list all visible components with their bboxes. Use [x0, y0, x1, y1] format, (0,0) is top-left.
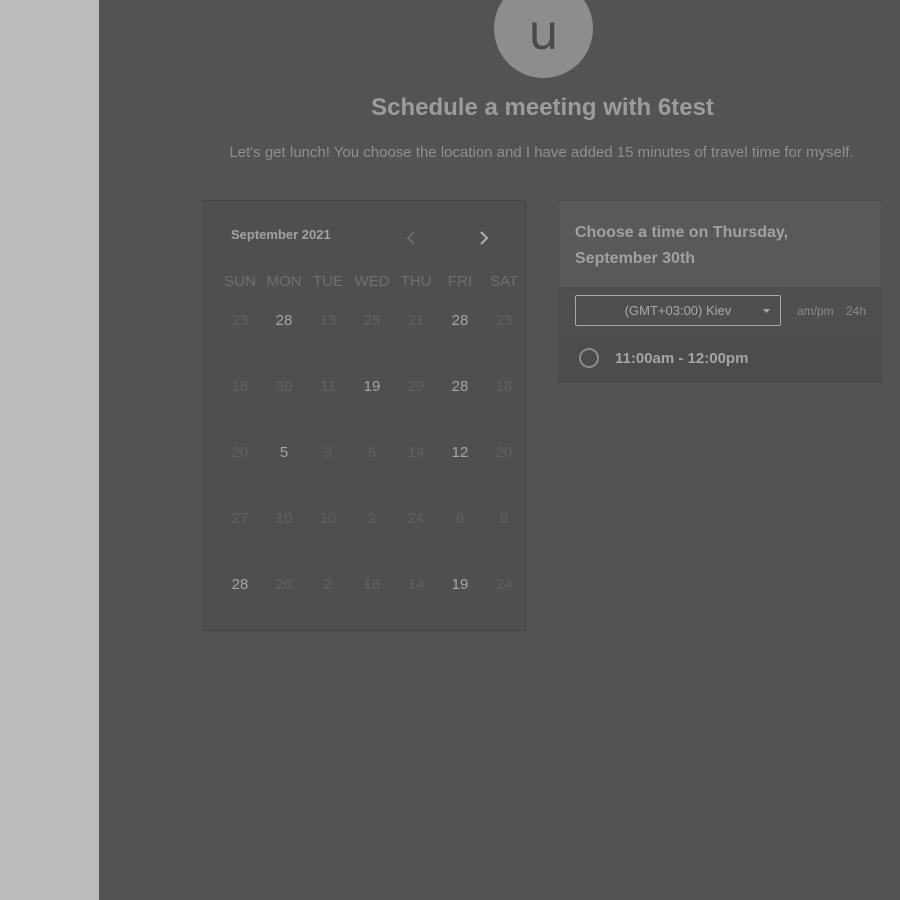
weekday-label: TUE	[313, 273, 343, 290]
weekday-label: SUN	[224, 273, 256, 290]
calendar-day: 18	[495, 378, 513, 395]
calendar-day: 20	[231, 444, 249, 461]
calendar-day: 20	[275, 576, 293, 593]
calendar-day-available[interactable]: 28	[218, 575, 262, 641]
weekday-label: FRI	[447, 273, 473, 290]
timezone-value: (GMT+03:00) Kiev	[624, 303, 732, 318]
calendar-day: 29	[407, 378, 425, 395]
caret-down-icon	[763, 309, 770, 313]
calendar-day: 2	[367, 510, 377, 527]
page-title: Schedule a meeting with 6test	[371, 94, 714, 121]
calendar-day: 14	[407, 444, 425, 461]
next-month-button[interactable]	[473, 227, 495, 249]
weekday-label: THU	[400, 273, 432, 290]
time-slot-label: 11:00am - 12:00pm	[615, 350, 749, 367]
weekday-label: SAT	[489, 273, 519, 290]
calendar: September 2021 SUN MON TUE WED THU FRI SAT 23 2…	[203, 200, 526, 631]
calendar-day: 27	[231, 510, 249, 527]
calendar-grid: 23 28 13 25 21 28 23 16 30 11 19 29 28 18 20 5 3 6 14 12 20 2…	[218, 311, 526, 641]
avatar-letter: u	[528, 4, 559, 61]
time-picker-title: Choose a time on Thursday, September 30t…	[575, 224, 789, 267]
calendar-day: 14	[407, 576, 425, 593]
calendar-day: 20	[495, 444, 513, 461]
time-picker: Choose a time on Thursday, September 30t…	[558, 200, 882, 383]
calendar-day: 23	[231, 312, 249, 329]
calendar-day-available[interactable]: 28	[438, 377, 482, 443]
chevron-left-icon	[406, 231, 415, 245]
weekday-label: MON	[266, 273, 302, 290]
calendar-day: 8	[499, 510, 509, 527]
calendar-day: 23	[495, 312, 513, 329]
previous-month-button[interactable]	[400, 227, 422, 249]
weekday-header: SUN MON TUE WED THU FRI SAT	[218, 273, 526, 290]
calendar-day: 3	[323, 444, 333, 461]
calendar-day: 10	[275, 510, 293, 527]
calendar-day-available[interactable]: 28	[262, 311, 306, 377]
calendar-day-available[interactable]: 12	[438, 443, 482, 509]
weekday-label: WED	[354, 273, 390, 290]
calendar-day-available[interactable]: 19	[350, 377, 394, 443]
calendar-day-available[interactable]: 19	[438, 575, 482, 641]
page-subtitle: Let's get lunch! You choose the location…	[229, 144, 854, 161]
calendar-month-label: September 2021	[231, 227, 331, 242]
calendar-day: 6	[455, 510, 465, 527]
calendar-day: 21	[407, 312, 425, 329]
calendar-day: 10	[319, 510, 337, 527]
calendar-day-available[interactable]: 5	[262, 443, 306, 509]
calendar-day: 13	[319, 312, 337, 329]
calendar-day: 24	[407, 510, 425, 527]
time-slot-radio[interactable]	[579, 348, 599, 368]
time-slot[interactable]: 11:00am - 12:00pm	[559, 336, 881, 382]
timezone-select[interactable]: (GMT+03:00) Kiev	[575, 295, 781, 326]
calendar-day: 11	[320, 378, 336, 395]
calendar-day: 6	[367, 444, 377, 461]
time-picker-header: Choose a time on Thursday, September 30t…	[559, 201, 881, 287]
chevron-right-icon	[480, 231, 489, 245]
calendar-day-available[interactable]: 28	[438, 311, 482, 377]
calendar-day: 25	[363, 312, 381, 329]
left-gutter	[0, 0, 99, 900]
calendar-day: 18	[363, 576, 381, 593]
calendar-day: 16	[231, 378, 249, 395]
format-24h-toggle[interactable]: 24h	[846, 304, 866, 318]
format-ampm-toggle[interactable]: am/pm	[797, 304, 834, 318]
calendar-day: 2	[323, 576, 333, 593]
calendar-day: 24	[495, 576, 513, 593]
calendar-day: 30	[275, 378, 293, 395]
